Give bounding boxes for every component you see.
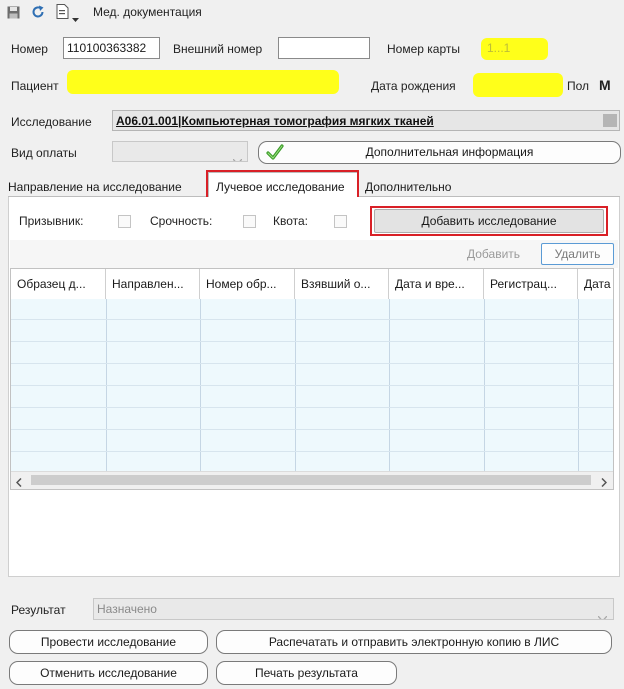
combo-arrow-icon [597,607,608,619]
tab-additional-label: Дополнительно [365,180,452,194]
grid-row-line [11,385,613,386]
study-field[interactable]: A06.01.001|Компьютерная томография мягки… [112,110,620,131]
conduct-study-label: Провести исследование [40,635,177,649]
grid-row-line [11,319,613,320]
table-add-button[interactable]: Добавить [467,247,520,261]
grid-col-line [200,299,201,489]
scroll-thumb[interactable] [31,475,591,485]
column-header[interactable]: Регистрац... [484,269,578,299]
external-number-label: Внешний номер [173,42,263,56]
column-header[interactable]: Направлен... [106,269,200,299]
scroll-right-icon[interactable] [601,476,608,489]
grid-row-line [11,407,613,408]
grid-row-line [11,341,613,342]
grid-row-line [11,451,613,452]
gender-value: М [599,77,611,93]
conscript-label: Призывник: [19,214,84,228]
print-send-button[interactable]: Распечатать и отправить электронную копи… [216,630,612,654]
window-title: Мед. документация [93,5,202,19]
grid-col-line [484,299,485,489]
conduct-study-button[interactable]: Провести исследование [9,630,208,654]
study-value: A06.01.001|Компьютерная томография мягки… [116,114,434,128]
extra-info-label: Дополнительная информация [365,145,534,159]
conscript-checkbox[interactable] [118,215,131,228]
gender-label: Пол [567,79,590,93]
print-send-label: Распечатать и отправить электронную копи… [268,635,560,649]
table-toolbar [10,240,618,268]
patient-field[interactable] [67,70,339,94]
document-icon[interactable] [56,4,69,19]
scroll-left-icon[interactable] [15,476,22,489]
toolbar: Мед. документация [0,0,624,28]
grid-col-line [389,299,390,489]
refresh-icon[interactable] [31,5,45,19]
cancel-study-button[interactable]: Отменить исследование [9,661,208,685]
column-header[interactable]: Образец д... [11,269,106,299]
table-delete-button[interactable]: Удалить [541,243,614,265]
extra-info-button[interactable]: Дополнительная информация [258,141,621,164]
green-check-icon [266,144,284,163]
horizontal-scrollbar[interactable] [11,471,613,489]
tab-radiology-label: Лучевое исследование [216,180,345,194]
grid-row-line [11,363,613,364]
result-value: Назначено [97,602,157,616]
payment-label: Вид оплаты [11,146,77,160]
save-icon[interactable] [7,6,20,19]
card-number-field[interactable]: 1...1 [481,38,548,60]
cancel-study-label: Отменить исследование [40,666,177,680]
column-header[interactable]: Дата и вре... [389,269,484,299]
birth-date-label: Дата рождения [371,79,456,93]
dropdown-arrow-icon[interactable] [72,11,79,25]
tab-radiology[interactable]: Лучевое исследование [208,172,358,199]
data-grid[interactable]: Образец д... Направлен... Номер обр... В… [10,268,614,490]
print-result-label: Печать результата [255,666,358,680]
quota-label: Квота: [273,214,309,228]
birth-date-field[interactable] [473,73,563,97]
column-header[interactable]: Взявший о... [295,269,389,299]
column-header[interactable]: Дата [578,269,613,299]
tab-referral-label: Направление на исследование [8,180,182,194]
number-label: Номер [11,42,48,56]
urgency-checkbox[interactable] [243,215,256,228]
grid-row-line [11,429,613,430]
grid-col-line [578,299,579,489]
grid-header: Образец д... Направлен... Номер обр... В… [11,269,613,299]
external-number-field[interactable] [278,37,370,59]
result-combo[interactable]: Назначено [93,598,614,620]
study-select-button[interactable] [603,114,617,127]
payment-combo[interactable] [112,141,248,162]
quota-checkbox[interactable] [334,215,347,228]
add-study-label: Добавить исследование [421,214,557,228]
combo-arrow-icon [232,150,243,161]
grid-col-line [295,299,296,489]
result-label: Результат [11,603,66,617]
card-number-label: Номер карты [387,42,460,56]
tab-additional[interactable]: Дополнительно [365,180,451,194]
table-delete-label: Удалить [554,247,601,261]
print-result-button[interactable]: Печать результата [216,661,397,685]
add-study-button[interactable]: Добавить исследование [374,209,604,233]
study-label: Исследование [11,115,92,129]
column-header[interactable]: Номер обр... [200,269,295,299]
urgency-label: Срочность: [150,214,213,228]
grid-col-line [106,299,107,489]
number-field[interactable]: 110100363382 [63,37,160,59]
card-number-value: 1...1 [487,41,511,55]
tab-referral[interactable]: Направление на исследование [8,180,182,194]
patient-label: Пациент [11,79,59,93]
